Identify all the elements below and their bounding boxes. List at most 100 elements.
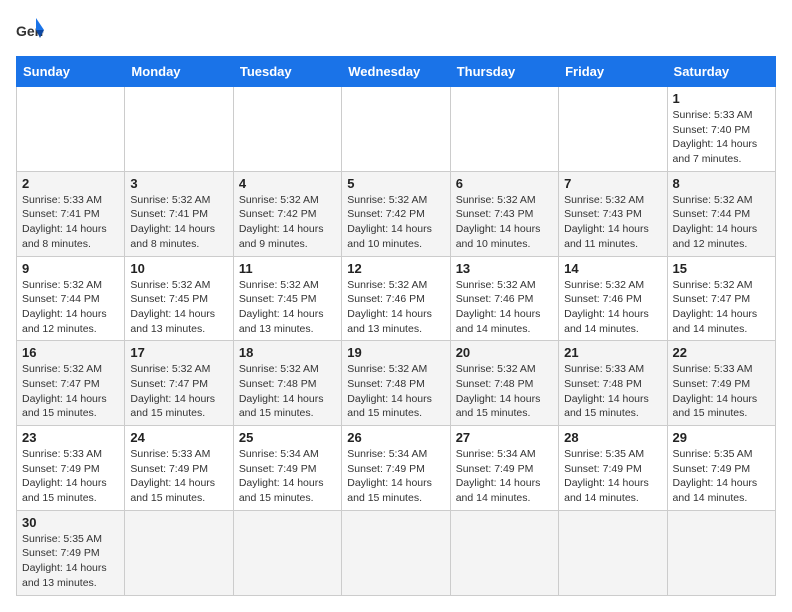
calendar-week-row: 16Sunrise: 5:32 AM Sunset: 7:47 PM Dayli… <box>17 341 776 426</box>
calendar-cell: 10 Sunrise: 5:32 AM Sunset: 7:45 PM Dayli… <box>125 256 233 341</box>
day-number: 20 <box>456 345 553 360</box>
calendar-cell <box>17 87 125 172</box>
day-number: 2 <box>22 176 119 191</box>
day-info: Sunrise: 5:33 AM Sunset: 7:49 PM Dayligh… <box>673 362 770 421</box>
day-info: Sunrise: 5:32 AM Sunset: 7:46 PM Dayligh… <box>564 278 661 337</box>
day-header-tuesday: Tuesday <box>233 57 341 87</box>
calendar-week-row: 9 Sunrise: 5:32 AM Sunset: 7:44 PM Daylig… <box>17 256 776 341</box>
day-number: 4 <box>239 176 336 191</box>
calendar-cell: 29 Sunrise: 5:35 AM Sunset: 7:49 PM Dayli… <box>667 426 775 511</box>
day-number: 11 <box>239 261 336 276</box>
day-number: 13 <box>456 261 553 276</box>
calendar-cell <box>342 87 450 172</box>
day-info: Sunrise: 5:35 AM Sunset: 7:49 PM Dayligh… <box>22 532 119 591</box>
day-number: 24 <box>130 430 227 445</box>
day-info: Sunrise: 5:32 AM Sunset: 7:46 PM Dayligh… <box>347 278 444 337</box>
day-info: Sunrise: 5:32 AM Sunset: 7:47 PM Dayligh… <box>130 362 227 421</box>
day-info: Sunrise: 5:33 AM Sunset: 7:48 PM Dayligh… <box>564 362 661 421</box>
day-number: 17 <box>130 345 227 360</box>
calendar-cell: 17 Sunrise: 5:32 AM Sunset: 7:47 PM Dayli… <box>125 341 233 426</box>
calendar-cell: 8Sunrise: 5:32 AM Sunset: 7:44 PM Daylig… <box>667 171 775 256</box>
day-number: 29 <box>673 430 770 445</box>
day-info: Sunrise: 5:34 AM Sunset: 7:49 PM Dayligh… <box>239 447 336 506</box>
day-header-saturday: Saturday <box>667 57 775 87</box>
day-number: 28 <box>564 430 661 445</box>
calendar-week-row: 1 Sunrise: 5:33 AM Sunset: 7:40 PM Daylig… <box>17 87 776 172</box>
day-number: 26 <box>347 430 444 445</box>
day-info: Sunrise: 5:33 AM Sunset: 7:41 PM Dayligh… <box>22 193 119 252</box>
day-header-wednesday: Wednesday <box>342 57 450 87</box>
day-number: 3 <box>130 176 227 191</box>
day-number: 27 <box>456 430 553 445</box>
logo: General <box>16 16 48 44</box>
day-info: Sunrise: 5:33 AM Sunset: 7:40 PM Dayligh… <box>673 108 770 167</box>
calendar-cell: 27 Sunrise: 5:34 AM Sunset: 7:49 PM Dayli… <box>450 426 558 511</box>
day-number: 14 <box>564 261 661 276</box>
calendar-cell: 26 Sunrise: 5:34 AM Sunset: 7:49 PM Dayli… <box>342 426 450 511</box>
day-number: 9 <box>22 261 119 276</box>
day-info: Sunrise: 5:35 AM Sunset: 7:49 PM Dayligh… <box>564 447 661 506</box>
day-info: Sunrise: 5:32 AM Sunset: 7:48 PM Dayligh… <box>239 362 336 421</box>
calendar-cell: 18 Sunrise: 5:32 AM Sunset: 7:48 PM Dayli… <box>233 341 341 426</box>
calendar-cell <box>667 510 775 595</box>
day-info: Sunrise: 5:32 AM Sunset: 7:48 PM Dayligh… <box>456 362 553 421</box>
day-number: 30 <box>22 515 119 530</box>
day-info: Sunrise: 5:35 AM Sunset: 7:49 PM Dayligh… <box>673 447 770 506</box>
calendar-cell: 21 Sunrise: 5:33 AM Sunset: 7:48 PM Dayli… <box>559 341 667 426</box>
calendar-week-row: 23 Sunrise: 5:33 AM Sunset: 7:49 PM Dayli… <box>17 426 776 511</box>
day-info: Sunrise: 5:32 AM Sunset: 7:44 PM Dayligh… <box>673 193 770 252</box>
calendar-cell: 1 Sunrise: 5:33 AM Sunset: 7:40 PM Daylig… <box>667 87 775 172</box>
calendar-week-row: 2 Sunrise: 5:33 AM Sunset: 7:41 PM Daylig… <box>17 171 776 256</box>
calendar-cell: 11Sunrise: 5:32 AM Sunset: 7:45 PM Dayli… <box>233 256 341 341</box>
day-number: 19 <box>347 345 444 360</box>
calendar-cell <box>450 510 558 595</box>
calendar-cell: 7Sunrise: 5:32 AM Sunset: 7:43 PM Daylig… <box>559 171 667 256</box>
day-info: Sunrise: 5:32 AM Sunset: 7:43 PM Dayligh… <box>564 193 661 252</box>
day-number: 6 <box>456 176 553 191</box>
calendar-cell <box>342 510 450 595</box>
day-number: 21 <box>564 345 661 360</box>
day-info: Sunrise: 5:33 AM Sunset: 7:49 PM Dayligh… <box>130 447 227 506</box>
calendar-table: SundayMondayTuesdayWednesdayThursdayFrid… <box>16 56 776 596</box>
day-info: Sunrise: 5:32 AM Sunset: 7:46 PM Dayligh… <box>456 278 553 337</box>
day-number: 1 <box>673 91 770 106</box>
calendar-cell: 28 Sunrise: 5:35 AM Sunset: 7:49 PM Dayli… <box>559 426 667 511</box>
day-number: 10 <box>130 261 227 276</box>
calendar-cell <box>450 87 558 172</box>
calendar-cell <box>559 87 667 172</box>
calendar-cell: 3 Sunrise: 5:32 AM Sunset: 7:41 PM Daylig… <box>125 171 233 256</box>
day-info: Sunrise: 5:32 AM Sunset: 7:47 PM Dayligh… <box>22 362 119 421</box>
calendar-cell <box>233 87 341 172</box>
day-info: Sunrise: 5:33 AM Sunset: 7:49 PM Dayligh… <box>22 447 119 506</box>
day-info: Sunrise: 5:32 AM Sunset: 7:44 PM Dayligh… <box>22 278 119 337</box>
logo-icon: General <box>16 16 44 44</box>
day-info: Sunrise: 5:34 AM Sunset: 7:49 PM Dayligh… <box>456 447 553 506</box>
day-info: Sunrise: 5:34 AM Sunset: 7:49 PM Dayligh… <box>347 447 444 506</box>
calendar-cell <box>233 510 341 595</box>
calendar-cell: 12Sunrise: 5:32 AM Sunset: 7:46 PM Dayli… <box>342 256 450 341</box>
day-number: 5 <box>347 176 444 191</box>
day-number: 22 <box>673 345 770 360</box>
day-header-friday: Friday <box>559 57 667 87</box>
calendar-cell: 9 Sunrise: 5:32 AM Sunset: 7:44 PM Daylig… <box>17 256 125 341</box>
calendar-cell: 2 Sunrise: 5:33 AM Sunset: 7:41 PM Daylig… <box>17 171 125 256</box>
day-number: 23 <box>22 430 119 445</box>
calendar-cell <box>125 87 233 172</box>
day-info: Sunrise: 5:32 AM Sunset: 7:43 PM Dayligh… <box>456 193 553 252</box>
days-header-row: SundayMondayTuesdayWednesdayThursdayFrid… <box>17 57 776 87</box>
calendar-cell: 14 Sunrise: 5:32 AM Sunset: 7:46 PM Dayli… <box>559 256 667 341</box>
calendar-cell: 20 Sunrise: 5:32 AM Sunset: 7:48 PM Dayli… <box>450 341 558 426</box>
calendar-cell: 23 Sunrise: 5:33 AM Sunset: 7:49 PM Dayli… <box>17 426 125 511</box>
day-info: Sunrise: 5:32 AM Sunset: 7:45 PM Dayligh… <box>130 278 227 337</box>
day-info: Sunrise: 5:32 AM Sunset: 7:42 PM Dayligh… <box>239 193 336 252</box>
calendar-cell: 15Sunrise: 5:32 AM Sunset: 7:47 PM Dayli… <box>667 256 775 341</box>
page-header: General <box>16 16 776 44</box>
calendar-cell: 6 Sunrise: 5:32 AM Sunset: 7:43 PM Daylig… <box>450 171 558 256</box>
calendar-cell: 4 Sunrise: 5:32 AM Sunset: 7:42 PM Daylig… <box>233 171 341 256</box>
calendar-cell: 24 Sunrise: 5:33 AM Sunset: 7:49 PM Dayli… <box>125 426 233 511</box>
day-number: 18 <box>239 345 336 360</box>
calendar-cell: 30 Sunrise: 5:35 AM Sunset: 7:49 PM Dayli… <box>17 510 125 595</box>
day-info: Sunrise: 5:32 AM Sunset: 7:41 PM Dayligh… <box>130 193 227 252</box>
day-header-sunday: Sunday <box>17 57 125 87</box>
calendar-cell: 13 Sunrise: 5:32 AM Sunset: 7:46 PM Dayli… <box>450 256 558 341</box>
